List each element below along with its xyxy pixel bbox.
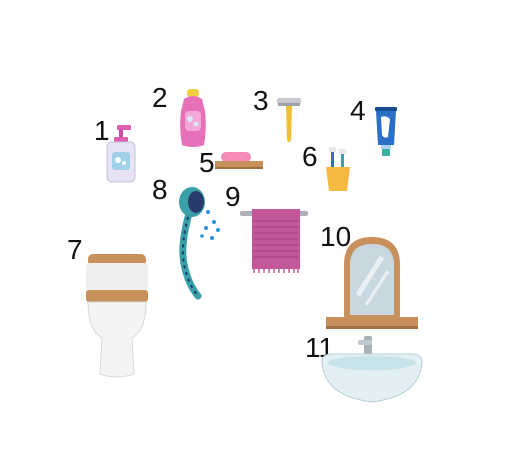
soap-dispenser-icon: [104, 125, 138, 183]
toilet-icon: [84, 250, 150, 380]
label-6: 6: [302, 141, 318, 172]
label-5: 5: [199, 147, 215, 178]
mirror-icon: [326, 235, 418, 331]
label-3: 3: [253, 85, 269, 116]
toothpaste-icon: [374, 107, 398, 157]
towel-rail-icon: [240, 207, 308, 273]
razor-icon: [277, 98, 301, 144]
label-8: 8: [152, 174, 168, 205]
soap-dish-icon: [215, 150, 263, 172]
toothbrush-cup-icon: [322, 147, 354, 193]
label-2: 2: [152, 82, 168, 113]
sink-icon: [320, 336, 424, 404]
label-4: 4: [350, 95, 366, 126]
shampoo-bottle-icon: [178, 89, 208, 149]
shower-head-icon: [170, 184, 226, 300]
label-9: 9: [225, 181, 241, 212]
label-7: 7: [67, 234, 83, 265]
